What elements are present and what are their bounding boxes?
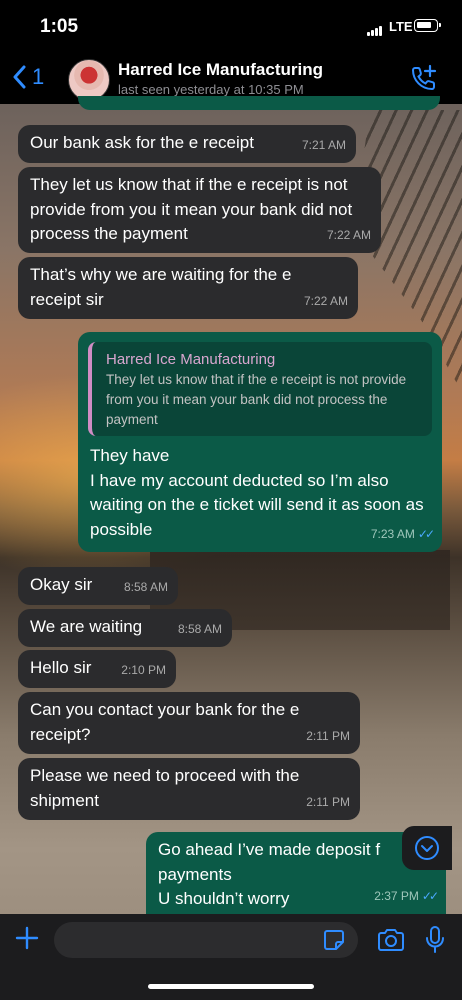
status-bar: 1:05 LTE bbox=[0, 0, 462, 52]
scroll-to-bottom-button[interactable] bbox=[402, 826, 452, 870]
battery-icon bbox=[414, 19, 441, 32]
message-text: Can you contact your bank for the e rece… bbox=[30, 700, 300, 744]
unread-count: 1 bbox=[32, 64, 45, 89]
incoming-message[interactable]: Our bank ask for the e receipt 7:21 AM bbox=[18, 125, 356, 163]
message-time: 8:58 AM bbox=[123, 579, 168, 594]
message-text: They let us know that if the e receipt i… bbox=[30, 175, 353, 243]
incoming-message[interactable]: They let us know that if the e receipt i… bbox=[18, 167, 381, 253]
back-button[interactable]: 1 bbox=[12, 64, 44, 90]
partial-outgoing-bubble bbox=[78, 96, 440, 110]
last-seen-status: last seen yesterday at 10:35 PM bbox=[118, 82, 304, 97]
incoming-message[interactable]: Okay sir 8:58 AM bbox=[18, 567, 178, 605]
microphone-icon bbox=[426, 926, 444, 953]
message-time-label: 2:37 PM bbox=[374, 888, 419, 903]
sticker-icon bbox=[324, 930, 344, 950]
message-text: Please we need to proceed with the shipm… bbox=[30, 766, 300, 810]
read-ticks-icon: ✓✓ bbox=[421, 888, 439, 903]
incoming-message[interactable]: That’s why we are waiting for the e rece… bbox=[18, 257, 358, 319]
outgoing-message[interactable]: Harred Ice Manufacturing They let us kno… bbox=[78, 332, 442, 552]
message-text: Our bank ask for the e receipt bbox=[30, 133, 254, 152]
status-time: 1:05 bbox=[40, 16, 79, 37]
incoming-message[interactable]: We are waiting 8:58 AM bbox=[18, 609, 232, 647]
plus-icon bbox=[15, 926, 39, 950]
message-time: 7:22 AM bbox=[326, 227, 371, 242]
incoming-message[interactable]: Please we need to proceed with the shipm… bbox=[18, 758, 360, 820]
incoming-message[interactable]: Hello sir 2:10 PM bbox=[18, 650, 176, 688]
read-ticks-icon: ✓✓ bbox=[417, 526, 435, 541]
message-time: 7:23 AM ✓✓ bbox=[370, 522, 435, 547]
quoted-text: They let us know that if the e receipt i… bbox=[106, 372, 407, 427]
message-time: 2:37 PM ✓✓ bbox=[374, 884, 439, 909]
message-time: 2:11 PM bbox=[306, 794, 350, 809]
add-call-button[interactable] bbox=[408, 64, 438, 99]
camera-icon bbox=[378, 929, 404, 951]
contact-name[interactable]: Harred Ice Manufacturing bbox=[118, 60, 323, 80]
home-indicator bbox=[148, 984, 314, 989]
chevron-left-icon bbox=[13, 65, 26, 89]
outgoing-message[interactable]: Go ahead I’ve made deposit f payments U … bbox=[146, 832, 446, 914]
network-label: LTE bbox=[389, 19, 413, 34]
message-time: 2:10 PM bbox=[121, 662, 166, 677]
message-input[interactable] bbox=[54, 922, 358, 958]
message-time: 7:22 AM bbox=[303, 293, 348, 308]
message-time-label: 7:23 AM bbox=[370, 526, 415, 541]
message-time: 8:58 AM bbox=[177, 621, 222, 636]
message-text: That’s why we are waiting for the e rece… bbox=[30, 265, 292, 309]
incoming-message[interactable]: Can you contact your bank for the e rece… bbox=[18, 692, 360, 754]
message-time: 2:11 PM bbox=[306, 728, 350, 743]
sticker-button[interactable] bbox=[322, 928, 346, 957]
camera-button[interactable] bbox=[376, 927, 406, 958]
quoted-message[interactable]: Harred Ice Manufacturing They let us kno… bbox=[88, 342, 432, 436]
signal-icon bbox=[367, 23, 383, 41]
attach-button[interactable] bbox=[14, 925, 40, 956]
phone-plus-icon bbox=[411, 64, 437, 91]
message-time: 7:21 AM bbox=[301, 137, 346, 152]
voice-message-button[interactable] bbox=[424, 925, 446, 960]
quoted-sender: Harred Ice Manufacturing bbox=[106, 351, 276, 368]
chevron-down-circle-icon bbox=[415, 836, 439, 860]
contact-avatar[interactable] bbox=[68, 59, 110, 101]
